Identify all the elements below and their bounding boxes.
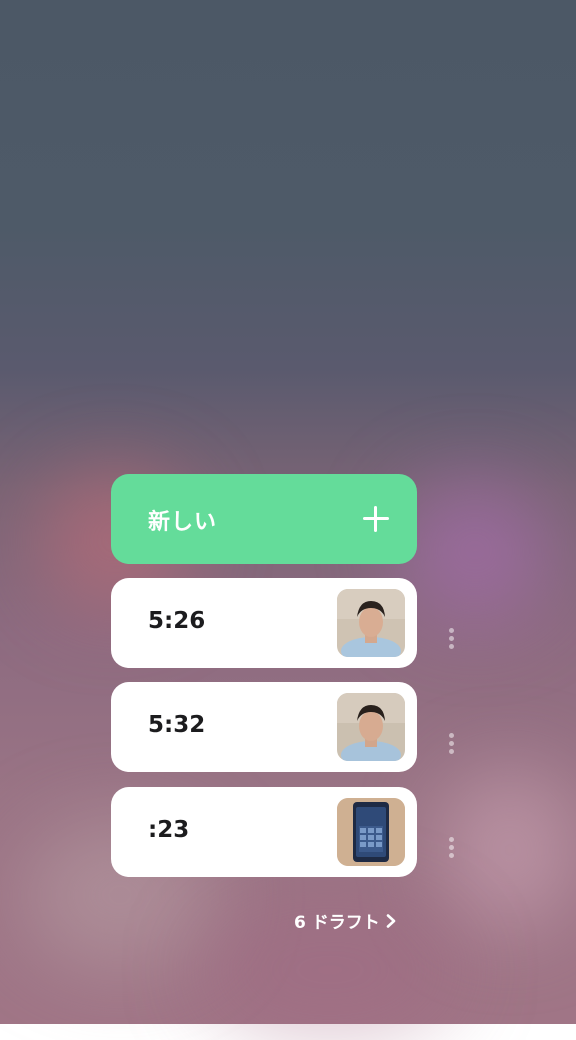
recording-thumbnail bbox=[337, 693, 405, 761]
chevron-right-icon bbox=[386, 913, 396, 928]
recording-thumbnail bbox=[337, 589, 405, 657]
recording-duration: 5:32 bbox=[148, 712, 206, 738]
plus-icon bbox=[363, 506, 389, 532]
recording-duration: 5:26 bbox=[148, 608, 206, 634]
recording-options-button[interactable] bbox=[448, 628, 454, 650]
recording-duration: :23 bbox=[148, 817, 190, 843]
new-recording-button[interactable]: 新しい bbox=[111, 474, 417, 564]
recording-card[interactable]: 5:26 bbox=[111, 578, 417, 668]
recording-card[interactable]: :23 bbox=[111, 787, 417, 877]
recording-options-button[interactable] bbox=[448, 837, 454, 859]
recording-thumbnail bbox=[337, 798, 405, 866]
drafts-link[interactable]: 6 ドラフト bbox=[294, 908, 396, 933]
drafts-label: 6 ドラフト bbox=[294, 913, 380, 933]
recording-options-button[interactable] bbox=[448, 733, 454, 755]
recording-card[interactable]: 5:32 bbox=[111, 682, 417, 772]
new-recording-label: 新しい bbox=[148, 510, 218, 535]
